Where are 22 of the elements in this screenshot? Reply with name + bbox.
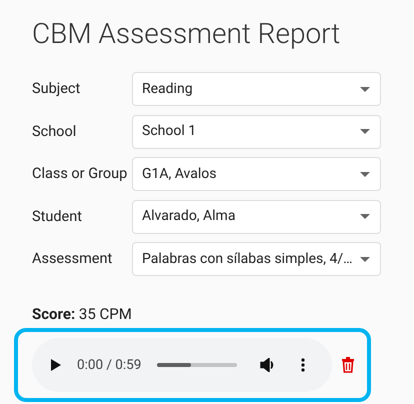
field-label: School	[32, 122, 78, 142]
caret-icon	[360, 214, 370, 219]
score-text: Score: 35 CPM	[32, 305, 132, 323]
caret-icon	[360, 172, 370, 176]
field-label: Class or Group	[32, 164, 128, 184]
time-text: 0:00 / 0:59	[77, 356, 142, 375]
select-field[interactable]: Alvarado, Alma	[132, 200, 381, 234]
select-field[interactable]: School 1	[132, 114, 381, 148]
caret-icon	[360, 86, 370, 92]
trash-icon[interactable]	[341, 357, 355, 373]
field-label: Subject	[32, 79, 82, 100]
progress-track[interactable]	[157, 363, 238, 367]
more-options-icon[interactable]	[301, 358, 306, 372]
field-label: Student	[32, 206, 83, 227]
caret-icon	[360, 129, 370, 134]
select-field[interactable]: G1A, Avalos	[132, 157, 381, 191]
play-icon[interactable]	[50, 358, 62, 372]
caret-icon	[360, 256, 370, 262]
field-label: Assessment	[32, 249, 114, 270]
select-field[interactable]: Reading	[132, 72, 381, 106]
page-title: CBM Assessment Report	[32, 16, 340, 52]
select-field[interactable]: Palabras con sílabas simples, 4/…	[132, 242, 381, 276]
